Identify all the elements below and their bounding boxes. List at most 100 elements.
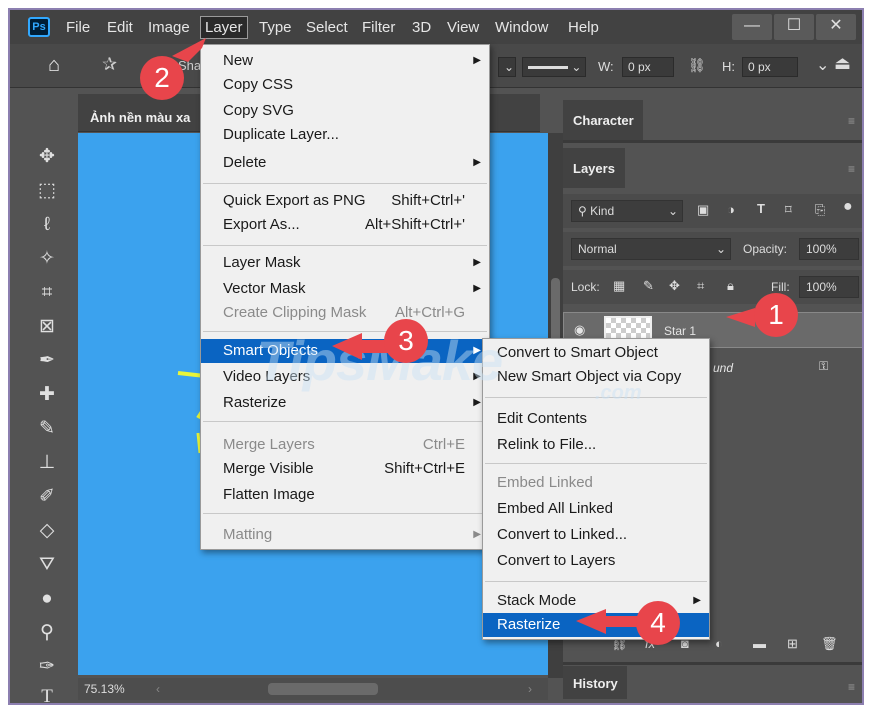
path-operations-icon[interactable]: ⌄ (816, 55, 829, 75)
adjustment-layer-icon[interactable]: ◐ (715, 636, 723, 651)
menu-filter[interactable]: Filter (362, 19, 395, 36)
menu-3d[interactable]: 3D (412, 19, 431, 36)
kind-filter-dropdown[interactable]: ⚲ Kind ⌄ (571, 200, 683, 222)
menu-item-convert-to-linked[interactable]: Convert to Linked... (483, 523, 709, 547)
shape-tool-icon[interactable]: ✰ (102, 54, 117, 75)
eraser-tool-icon[interactable]: ◇ (34, 518, 60, 544)
menu-image[interactable]: Image (148, 19, 190, 36)
blend-mode-dropdown[interactable]: Normal ⌄ (571, 238, 731, 260)
lock-artboard-icon[interactable]: ⌗ (697, 278, 704, 294)
step-badge-2: 2 (140, 56, 184, 100)
brush-tool-icon[interactable]: ✎ (34, 416, 60, 442)
tab-character[interactable]: Character (563, 100, 643, 140)
menu-item-vector-mask[interactable]: Vector Mask ▶ (201, 277, 489, 301)
history-brush-tool-icon[interactable]: ✐ (34, 484, 60, 510)
filter-pixel-icon[interactable]: ▣ (697, 202, 709, 218)
lasso-tool-icon[interactable]: ℓ (34, 212, 60, 238)
opacity-input[interactable]: 100% (799, 238, 859, 260)
layer-name[interactable]: Star 1 (664, 324, 696, 338)
tab-layers[interactable]: Layers (563, 148, 625, 188)
stroke-type-dropdown[interactable]: ⌄ (522, 57, 586, 77)
menu-item-quick-export[interactable]: Quick Export as PNG Shift+Ctrl+' (201, 189, 489, 213)
stamp-tool-icon[interactable]: ⊥ (34, 450, 60, 476)
menu-item-new[interactable]: New ▶ (201, 49, 489, 73)
marquee-tool-icon[interactable]: ⬚ (34, 178, 60, 204)
visibility-eye-icon[interactable]: ◉ (574, 322, 585, 338)
menu-item-delete[interactable]: Delete ▶ (201, 151, 489, 175)
menu-item-rasterize[interactable]: Rasterize ▶ (201, 391, 489, 415)
step-badge-4: 4 (636, 601, 680, 645)
lock-all-icon[interactable]: 🔒︎ (727, 278, 734, 294)
menu-item-matting[interactable]: Matting ▶ (201, 523, 489, 547)
paint-bucket-tool-icon[interactable]: ⛛ (34, 552, 60, 578)
menu-item-convert-to-smart-object[interactable]: Convert to Smart Object (483, 341, 709, 365)
menu-item-copy-svg[interactable]: Copy SVG (201, 99, 489, 123)
menu-file[interactable]: File (66, 19, 90, 36)
magic-wand-tool-icon[interactable]: ✧ (34, 246, 60, 272)
zoom-level[interactable]: 75.13% (84, 682, 125, 696)
new-layer-icon[interactable]: ⊞ (787, 636, 798, 652)
link-icon[interactable]: ⛓ (688, 57, 706, 74)
menu-item-copy-css[interactable]: Copy CSS (201, 73, 489, 97)
restore-button[interactable]: ☐ (774, 14, 814, 40)
healing-brush-tool-icon[interactable]: ✚ (34, 382, 60, 408)
scroll-left-icon[interactable]: ‹ (156, 678, 160, 700)
menu-edit[interactable]: Edit (107, 19, 133, 36)
layer-filter-row: ⚲ Kind ⌄ ▣ ◑ T ⌑ ⎘ ● (563, 194, 862, 228)
pen-tool-icon[interactable]: ✑ (34, 654, 60, 680)
lock-transparent-icon[interactable]: ▦ (613, 278, 625, 294)
history-panel-menu-icon[interactable]: ≡ (848, 680, 855, 694)
crop-tool-icon[interactable]: ⌗ (34, 280, 60, 306)
menu-select[interactable]: Select (306, 19, 348, 36)
filter-adjustment-icon[interactable]: ◑ (727, 202, 735, 217)
lock-image-icon[interactable]: ✎ (643, 278, 654, 294)
home-icon[interactable]: ⌂ (48, 54, 60, 77)
menu-help[interactable]: Help (568, 19, 599, 36)
frame-tool-icon[interactable]: ⊠ (34, 314, 60, 340)
menu-item-edit-contents[interactable]: Edit Contents (483, 407, 709, 431)
menu-type[interactable]: Type (259, 19, 292, 36)
panel-menu-icon[interactable]: ≡ (848, 114, 855, 128)
move-tool-icon[interactable]: ✥ (34, 144, 60, 170)
height-input[interactable]: 0 px (742, 57, 798, 77)
scroll-right-icon[interactable]: › (528, 678, 532, 700)
minimize-button[interactable]: — (732, 14, 772, 40)
filter-toggle-icon[interactable]: ● (843, 198, 853, 216)
filter-type-icon[interactable]: T (757, 201, 765, 216)
menu-item-merge-visible[interactable]: Merge Visible Shift+Ctrl+E (201, 457, 489, 481)
layer-name[interactable]: und (713, 361, 733, 375)
type-tool-icon[interactable]: T (34, 684, 60, 703)
stroke-width-dropdown[interactable]: ⌄ (498, 57, 516, 77)
tools-panel: ✥ ⬚ ℓ ✧ ⌗ ⊠ ✒ ✚ ✎ ⊥ ✐ ◇ ⛛ ● ⚲ ✑ T (22, 94, 72, 703)
path-alignment-icon[interactable]: ⏏ (834, 53, 851, 74)
fill-input[interactable]: 100% (799, 276, 859, 298)
layers-panel-menu-icon[interactable]: ≡ (848, 162, 855, 176)
blend-mode-label: Normal (578, 242, 617, 256)
menu-item-embed-all-linked[interactable]: Embed All Linked (483, 497, 709, 521)
status-bar: 75.13% ‹ › (78, 678, 548, 700)
menu-layer[interactable]: Layer (200, 16, 248, 39)
menu-item-merge-layers[interactable]: Merge Layers Ctrl+E (201, 433, 489, 457)
menu-window[interactable]: Window (495, 19, 548, 36)
menu-view[interactable]: View (447, 19, 479, 36)
delete-layer-icon[interactable]: 🗑︎ (821, 636, 838, 652)
eyedropper-tool-icon[interactable]: ✒ (34, 348, 60, 374)
menu-item-flatten-image[interactable]: Flatten Image (201, 483, 489, 507)
filter-smart-object-icon[interactable]: ⎘ (815, 202, 825, 218)
width-input[interactable]: 0 px (622, 57, 674, 77)
blur-tool-icon[interactable]: ● (34, 586, 60, 612)
menu-item-embed-linked[interactable]: Embed Linked (483, 471, 709, 495)
menu-item-duplicate-layer[interactable]: Duplicate Layer... (201, 123, 489, 147)
menu-item-layer-mask[interactable]: Layer Mask ▶ (201, 251, 489, 275)
tab-history[interactable]: History (563, 666, 627, 699)
menu-item-convert-to-layers[interactable]: Convert to Layers (483, 549, 709, 573)
menu-item-export-as[interactable]: Export As... Alt+Shift+Ctrl+' (201, 213, 489, 237)
close-button[interactable]: ✕ (816, 14, 856, 40)
canvas-horizontal-scrollbar[interactable] (268, 683, 378, 695)
menu-item-relink-to-file[interactable]: Relink to File... (483, 433, 709, 457)
menu-item-create-clipping-mask[interactable]: Create Clipping Mask Alt+Ctrl+G (201, 301, 489, 325)
dodge-tool-icon[interactable]: ⚲ (34, 620, 60, 646)
filter-shape-icon[interactable]: ⌑ (785, 202, 792, 218)
lock-position-icon[interactable]: ✥ (669, 278, 680, 294)
new-group-icon[interactable]: ▬ (753, 636, 766, 651)
